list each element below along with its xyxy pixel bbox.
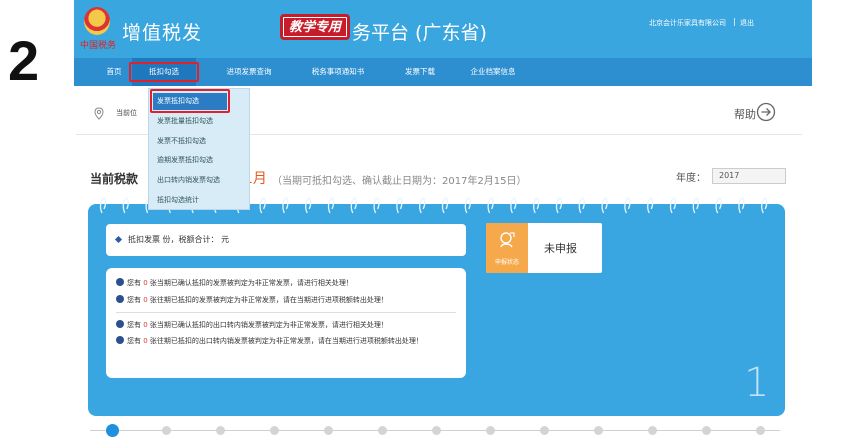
binder-ring xyxy=(396,197,403,214)
binder-ring xyxy=(487,197,494,214)
logout-link[interactable]: 退出 xyxy=(740,18,754,28)
menu-item-overdue-deduction-select[interactable]: 逾期发票抵扣勾选 xyxy=(157,155,213,165)
logo-caption: 中国税务 xyxy=(80,40,117,50)
period-deadline-note: （当期可抵扣勾选、确认截止日期为：2017年2月15日） xyxy=(272,176,527,187)
pager-dot[interactable] xyxy=(324,426,333,435)
nav-highlight-box xyxy=(129,62,199,82)
pager-dot[interactable] xyxy=(378,426,387,435)
binder-ring xyxy=(373,197,380,214)
binder-ring xyxy=(350,197,357,214)
pager-dot[interactable] xyxy=(432,426,441,435)
diamond-bullet-icon xyxy=(114,235,123,244)
year-select[interactable]: 2017 xyxy=(712,168,786,184)
site-title-right: 务平台 (广东省) xyxy=(352,22,487,44)
pager-dot[interactable] xyxy=(594,426,603,435)
step-number: 2 xyxy=(8,29,40,92)
binder-ring xyxy=(259,197,266,214)
notice-bullet-icon xyxy=(116,295,124,303)
binder-ring xyxy=(715,197,722,214)
notice-item: 您有 0 张往期已抵扣的发票被判定为非正常发票，请在当期进行进项税额转出处理！ xyxy=(116,295,462,306)
binder-ring xyxy=(282,197,289,214)
notice-bullet-icon xyxy=(116,278,124,286)
status-value: 未申报 xyxy=(544,242,577,255)
binder-ring xyxy=(122,197,129,214)
binder-ring xyxy=(624,197,631,214)
notice-item: 您有 0 张当期已确认抵扣的出口转内销发票被判定为非正常发票，请进行相关处理！ xyxy=(116,320,462,331)
binder-ring xyxy=(578,197,585,214)
page-root: 2 中国税务 增值税发 教学专用 务平台 (广东省) 北京会计乐家具有限公司 |… xyxy=(0,0,842,441)
binder-ring xyxy=(738,197,745,214)
site-header: 中国税务 增值税发 教学专用 务平台 (广东省) 北京会计乐家具有限公司 | 退… xyxy=(74,0,812,58)
binder-ring xyxy=(441,197,449,214)
menu-item-deduction-statistics[interactable]: 抵扣勾选统计 xyxy=(157,195,199,205)
location-icon xyxy=(94,107,104,120)
binder-ring xyxy=(533,197,540,214)
nav-item-invoice-download[interactable]: 发票下载 xyxy=(392,58,448,86)
card-page-number: 1 xyxy=(744,360,770,406)
pager-dot[interactable] xyxy=(648,426,657,435)
pager-dot[interactable] xyxy=(756,426,765,435)
binder-ring xyxy=(510,197,517,214)
notice-panel: 您有 0 张当期已确认抵扣的发票被判定为非正常发票，请进行相关处理！ 您有 0 … xyxy=(106,268,466,378)
site-title-left: 增值税发 xyxy=(122,22,203,44)
deduction-summary: 抵扣发票 份，税额合计： 元 xyxy=(106,224,466,256)
binder-ring xyxy=(647,197,654,214)
binder-ring xyxy=(327,197,335,214)
summary-text: 抵扣发票 份，税额合计： 元 xyxy=(128,235,230,244)
binder-ring xyxy=(305,197,312,214)
menu-item-batch-deduction-select[interactable]: 发票批量抵扣勾选 xyxy=(157,116,213,126)
binder-ring xyxy=(669,197,677,214)
nav-item-company-profile[interactable]: 企业档案信息 xyxy=(458,58,528,86)
notice-bullet-icon xyxy=(116,336,124,344)
pager-dot[interactable] xyxy=(216,426,225,435)
company-name-link[interactable]: 北京会计乐家具有限公司 xyxy=(649,18,726,28)
binder-ring xyxy=(99,197,107,214)
pager-dot[interactable] xyxy=(486,426,495,435)
status-label: 申报状态 xyxy=(494,259,519,266)
notice-bullet-icon xyxy=(116,320,124,328)
status-icon-panel: 申报状态 xyxy=(486,223,528,273)
pager-dot[interactable] xyxy=(270,426,279,435)
breadcrumb: 当前位 xyxy=(116,109,137,117)
nav-item-tax-notice[interactable]: 税务事项通知书 xyxy=(298,58,378,86)
binder-ring xyxy=(692,197,699,214)
pager-dot[interactable] xyxy=(162,426,171,435)
year-label: 年度： xyxy=(676,173,706,184)
menu-highlight-box xyxy=(150,89,230,113)
notice-item: 您有 0 张当期已确认抵扣的发票被判定为非正常发票，请进行相关处理！ xyxy=(116,278,462,289)
menu-item-export-to-domestic-select[interactable]: 出口转内销发票勾选 xyxy=(157,175,220,185)
period-title: 当前税款 xyxy=(90,172,139,186)
header-separator: | xyxy=(733,17,736,26)
notice-item: 您有 0 张往期已抵扣的出口转内销发票被判定为非正常发票，请在当期进行进项税额转… xyxy=(116,336,462,347)
binder-ring xyxy=(464,197,471,214)
binder-ring xyxy=(761,197,768,214)
menu-item-non-deduction-select[interactable]: 发票不抵扣勾选 xyxy=(157,136,206,146)
pager-dot[interactable] xyxy=(540,426,549,435)
user-status-icon xyxy=(500,232,515,248)
help-label[interactable]: 帮助 xyxy=(734,106,756,122)
declaration-status-box: 申报状态 未申报 xyxy=(486,223,602,273)
binder-ring xyxy=(555,197,563,214)
notice-divider xyxy=(116,312,456,313)
arrow-right-circle-icon[interactable] xyxy=(756,102,776,122)
pager-dot[interactable] xyxy=(702,426,711,435)
teaching-stamp: 教学专用 xyxy=(280,14,350,40)
tax-emblem-icon xyxy=(84,7,110,35)
binder-ring xyxy=(419,197,426,214)
binder-ring xyxy=(601,197,608,214)
pager-dot[interactable] xyxy=(106,424,119,437)
nav-item-input-invoice-query[interactable]: 进项发票查询 xyxy=(214,58,284,86)
